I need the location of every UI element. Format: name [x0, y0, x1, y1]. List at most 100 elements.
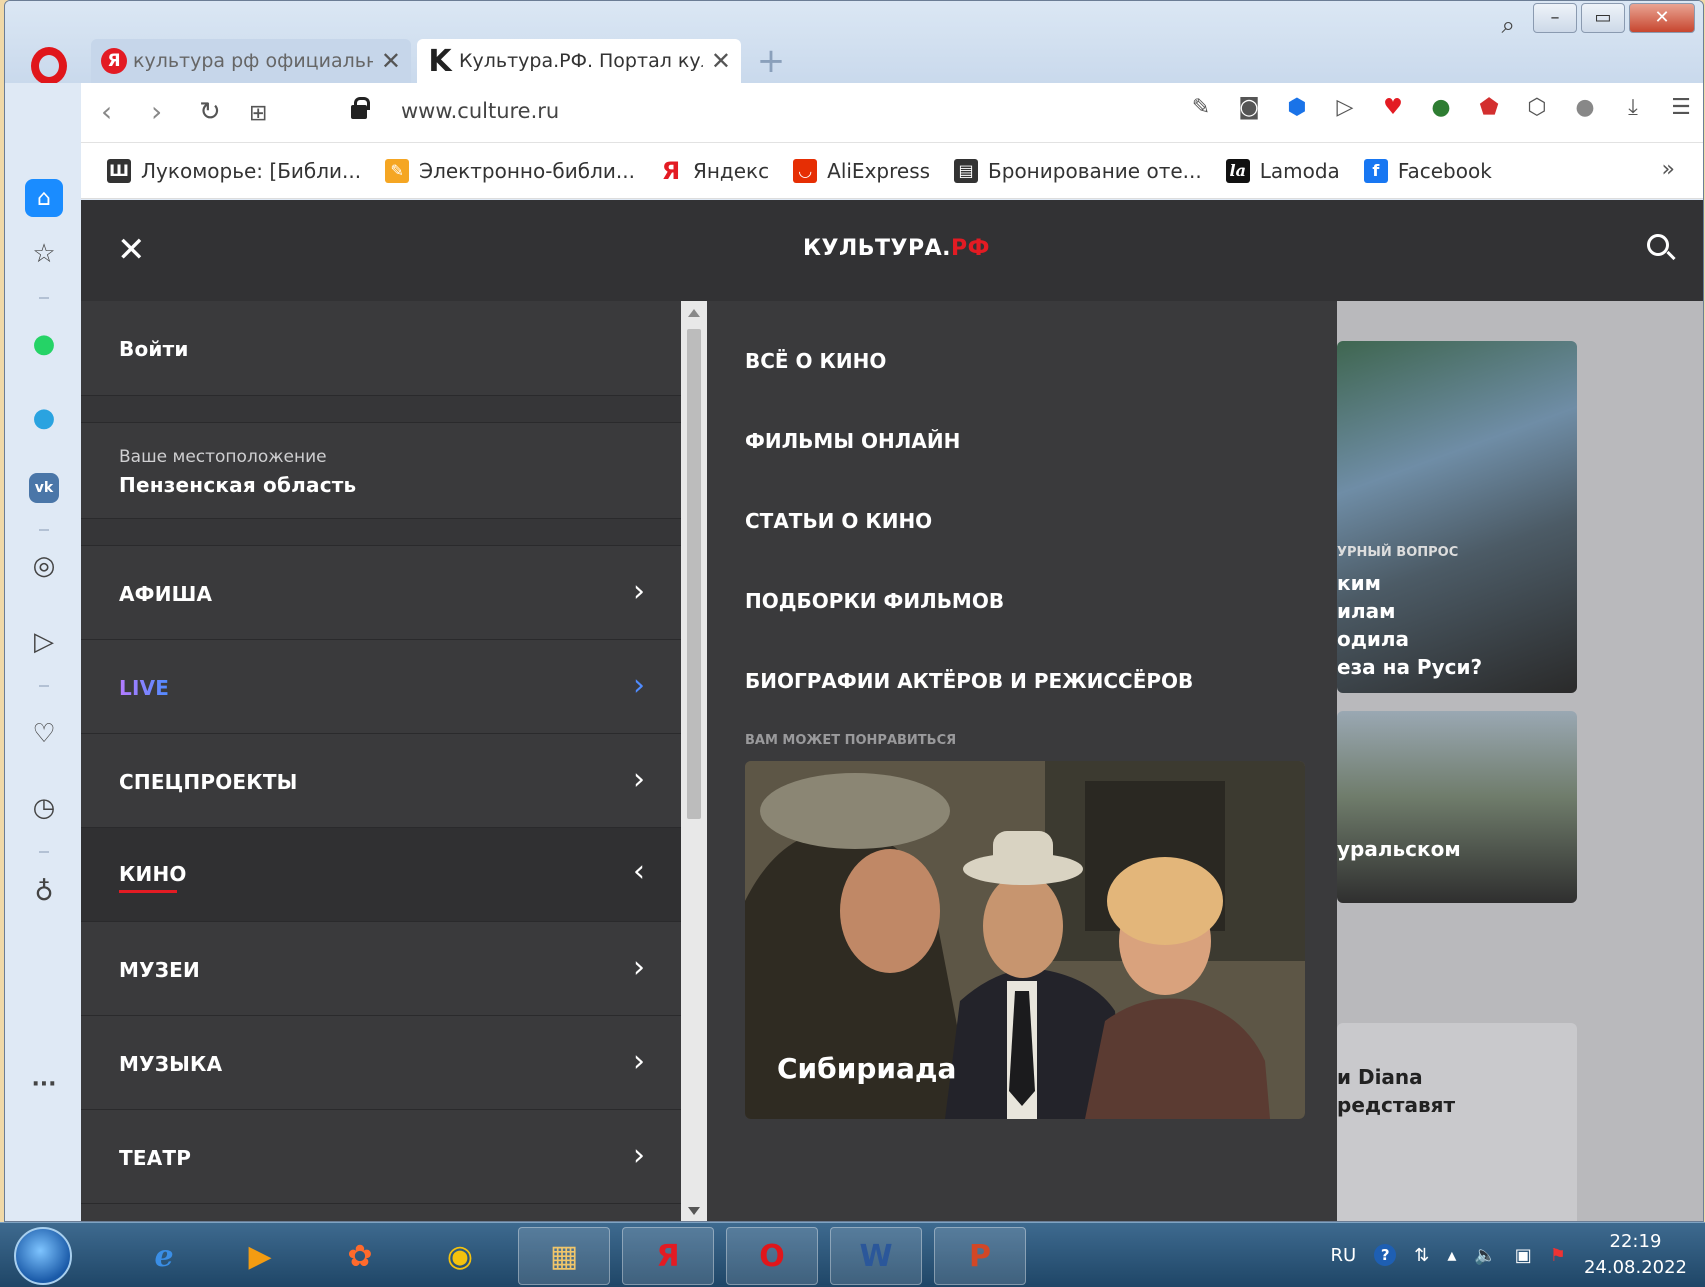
- search-icon[interactable]: [1647, 234, 1669, 256]
- avatar-icon[interactable]: ●: [1571, 93, 1599, 121]
- word-icon[interactable]: W: [830, 1227, 922, 1285]
- maximize-button[interactable]: ▭: [1581, 3, 1625, 33]
- book-icon: Ш: [107, 158, 131, 183]
- bookmark-item[interactable]: Я Яндекс: [659, 157, 769, 185]
- cube-icon[interactable]: ⬡: [1523, 93, 1551, 121]
- speed-dial-icon[interactable]: ⊞: [249, 101, 267, 126]
- powerpoint-icon[interactable]: P: [934, 1227, 1026, 1285]
- menu-item-kino[interactable]: КИНО ‹: [81, 828, 681, 922]
- article-card[interactable]: и Diana редставят: [1337, 1023, 1577, 1221]
- opera-taskbar-icon[interactable]: O: [726, 1227, 818, 1285]
- more-icon[interactable]: ···: [25, 1065, 63, 1103]
- heart-icon[interactable]: ♡: [25, 715, 63, 753]
- media-player-icon[interactable]: ▶: [214, 1227, 306, 1285]
- bookmark-item[interactable]: ✎ Электронно-библи...: [385, 158, 635, 183]
- scroll-thumb[interactable]: [687, 329, 701, 819]
- location-caption: Ваше местоположение: [119, 447, 327, 467]
- start-button[interactable]: [14, 1227, 72, 1285]
- network-icon[interactable]: ⇅: [1414, 1245, 1429, 1266]
- chrome-icon[interactable]: ◉: [414, 1227, 506, 1285]
- more-bookmarks-icon[interactable]: »: [1662, 157, 1675, 182]
- tab-title: культура рф официальны: [133, 50, 373, 72]
- reload-icon[interactable]: ↻: [199, 97, 221, 127]
- new-tab-button[interactable]: +: [753, 43, 789, 79]
- home-icon[interactable]: ⌂: [25, 179, 63, 217]
- camera-icon[interactable]: ◙: [1235, 93, 1263, 121]
- submenu-item[interactable]: БИОГРАФИИ АКТЁРОВ И РЕЖИССЁРОВ: [745, 669, 1193, 693]
- vk-icon[interactable]: vk: [29, 473, 59, 503]
- adblock-icon[interactable]: ⬟: [1475, 93, 1503, 121]
- submenu-item[interactable]: СТАТЬИ О КИНО: [745, 509, 932, 533]
- player-icon[interactable]: ◎: [25, 547, 63, 585]
- send-icon[interactable]: ▷: [1331, 93, 1359, 121]
- help-icon[interactable]: ?: [1374, 1244, 1397, 1266]
- menu-item-muzei[interactable]: МУЗЕИ ›: [81, 922, 681, 1016]
- submenu-item[interactable]: ФИЛЬМЫ ОНЛАЙН: [745, 429, 960, 453]
- url-field[interactable]: www.culture.ru: [401, 99, 559, 123]
- clock[interactable]: 22:19 24.08.2022: [1584, 1229, 1687, 1281]
- action-center-icon[interactable]: ▣: [1515, 1245, 1532, 1266]
- menu-item-afisha[interactable]: АФИША ›: [81, 546, 681, 640]
- chevron-right-icon: ›: [633, 762, 645, 797]
- tips-bulb-icon[interactable]: ♁: [25, 873, 63, 911]
- bookmark-item[interactable]: ◡ AliExpress: [793, 158, 930, 183]
- minimize-button[interactable]: –: [1533, 3, 1577, 33]
- yandex-browser-icon[interactable]: Я: [622, 1227, 714, 1285]
- shield-check-icon[interactable]: ⬢: [1283, 93, 1311, 121]
- menu-scrollbar[interactable]: [681, 301, 707, 1221]
- heart-icon[interactable]: ♥: [1379, 93, 1407, 121]
- whatsapp-icon[interactable]: ●: [25, 325, 63, 363]
- site-header: ✕ КУЛЬТУРА.РФ: [81, 200, 1703, 301]
- show-hidden-icons[interactable]: ▴: [1447, 1245, 1456, 1266]
- tab-close-icon[interactable]: ✕: [381, 47, 401, 75]
- star-icon[interactable]: ☆: [25, 235, 63, 273]
- download-icon[interactable]: ⤓: [1619, 93, 1647, 121]
- bookmark-item[interactable]: f Facebook: [1363, 158, 1492, 183]
- tab-close-icon[interactable]: ✕: [711, 47, 731, 75]
- close-window-button[interactable]: ✕: [1629, 3, 1695, 33]
- menu-item-live[interactable]: LIVE ›: [81, 640, 681, 734]
- submenu-item[interactable]: ВСЁ О КИНО: [745, 349, 886, 373]
- kino-submenu: ВСЁ О КИНО ФИЛЬМЫ ОНЛАЙН СТАТЬИ О КИНО П…: [707, 301, 1337, 1221]
- site-logo[interactable]: КУЛЬТУРА.РФ: [803, 236, 990, 261]
- media-center-icon[interactable]: ✿: [314, 1227, 406, 1285]
- menu-item-specprojects[interactable]: СПЕЦПРОЕКТЫ ›: [81, 734, 681, 828]
- tab-search-icon[interactable]: ⌕: [1502, 11, 1515, 39]
- back-icon[interactable]: ‹: [101, 95, 112, 128]
- article-card[interactable]: УРНЫЙ ВОПРОС ким илам одила еза на Руси?: [1337, 341, 1577, 693]
- bookmark-item[interactable]: Ш Лукоморье: [Библи...: [107, 158, 361, 183]
- edit-icon[interactable]: ✎: [1187, 93, 1215, 121]
- location-row[interactable]: Ваше местоположение Пензенская область: [81, 423, 681, 519]
- close-menu-icon[interactable]: ✕: [117, 230, 146, 270]
- frog-icon[interactable]: ●: [1427, 93, 1455, 121]
- tab-yandex-search[interactable]: Я культура рф официальны ✕: [91, 39, 411, 83]
- language-indicator[interactable]: RU: [1331, 1245, 1357, 1266]
- internet-explorer-icon[interactable]: e: [118, 1227, 210, 1285]
- file-explorer-icon[interactable]: ▦: [518, 1227, 610, 1285]
- volume-icon[interactable]: 🔈: [1474, 1245, 1496, 1266]
- telegram-icon[interactable]: ●: [25, 399, 63, 437]
- menu-item-muzyka[interactable]: МУЗЫКА ›: [81, 1016, 681, 1110]
- login-link[interactable]: Войти: [119, 337, 189, 361]
- article-card[interactable]: уральском: [1337, 711, 1577, 903]
- submenu-item[interactable]: ПОДБОРКИ ФИЛЬМОВ: [745, 589, 1004, 613]
- lock-icon[interactable]: [351, 97, 370, 119]
- login-row[interactable]: Войти: [81, 301, 681, 396]
- aliexpress-icon: ◡: [793, 158, 818, 183]
- flag-icon[interactable]: ⚑: [1550, 1245, 1566, 1266]
- scroll-down-icon[interactable]: [688, 1207, 700, 1215]
- menu-item-teatr[interactable]: ТЕАТР ›: [81, 1110, 681, 1204]
- sidebar-divider: [39, 851, 49, 853]
- tab-culture-ru[interactable]: K Культура.РФ. Портал культ ✕: [417, 39, 741, 83]
- opera-menu-button[interactable]: [31, 47, 67, 85]
- easy-setup-icon[interactable]: ☰: [1667, 93, 1695, 121]
- bookmark-item[interactable]: la Lamoda: [1225, 158, 1340, 183]
- film-card[interactable]: Сибириада: [745, 761, 1305, 1119]
- flow-icon[interactable]: ▷: [25, 623, 63, 661]
- forward-icon[interactable]: ›: [151, 95, 162, 128]
- chevron-right-icon: ›: [633, 950, 645, 985]
- history-icon[interactable]: ◷: [25, 789, 63, 827]
- scroll-up-icon[interactable]: [688, 309, 700, 317]
- card-text-line: илам: [1337, 599, 1396, 623]
- bookmark-item[interactable]: ▤ Бронирование оте...: [954, 158, 1202, 183]
